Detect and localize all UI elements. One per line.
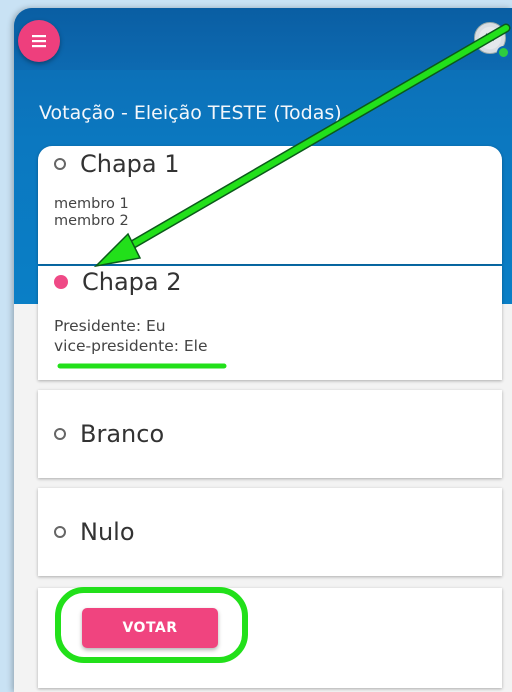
hamburger-menu-icon xyxy=(32,35,46,48)
option-label: Chapa 1 xyxy=(80,150,180,178)
radio-unchecked-icon[interactable] xyxy=(54,526,66,538)
option-label: Branco xyxy=(80,420,165,448)
option-branco[interactable]: Branco xyxy=(54,420,164,448)
member-list: membro 1 membro 2 xyxy=(54,196,129,230)
option-card-chapa-1[interactable]: Chapa 1 membro 1 membro 2 xyxy=(38,146,502,264)
radio-checked-icon[interactable] xyxy=(54,275,68,289)
member-item: membro 2 xyxy=(54,213,129,229)
option-nulo[interactable]: Nulo xyxy=(54,518,135,546)
option-card-branco[interactable]: Branco xyxy=(38,390,502,478)
member-list: Presidente: Eu vice-presidente: Ele xyxy=(54,316,208,356)
option-label: Chapa 2 xyxy=(82,268,182,296)
vote-button[interactable]: VOTAR xyxy=(82,608,218,648)
option-chapa-2[interactable]: Chapa 2 xyxy=(54,268,182,296)
option-card-nulo[interactable]: Nulo xyxy=(38,488,502,576)
menu-button[interactable] xyxy=(18,20,60,62)
member-item: membro 1 xyxy=(54,196,129,212)
online-status-indicator xyxy=(497,46,510,59)
radio-unchecked-icon[interactable] xyxy=(54,428,66,440)
member-item: Presidente: Eu xyxy=(54,317,166,335)
option-label: Nulo xyxy=(80,518,135,546)
radio-unchecked-icon[interactable] xyxy=(54,158,66,170)
option-card-chapa-2[interactable]: Chapa 2 Presidente: Eu vice-presidente: … xyxy=(38,266,502,380)
member-item: vice-presidente: Ele xyxy=(54,337,208,355)
top-app-bar xyxy=(14,8,512,70)
page-title: Votação - Eleição TESTE (Todas) xyxy=(39,102,342,124)
app-screen: Votação - Eleição TESTE (Todas) Chapa 1 … xyxy=(14,8,512,692)
vote-action-card: VOTAR xyxy=(38,588,502,688)
option-chapa-1[interactable]: Chapa 1 xyxy=(54,150,180,178)
